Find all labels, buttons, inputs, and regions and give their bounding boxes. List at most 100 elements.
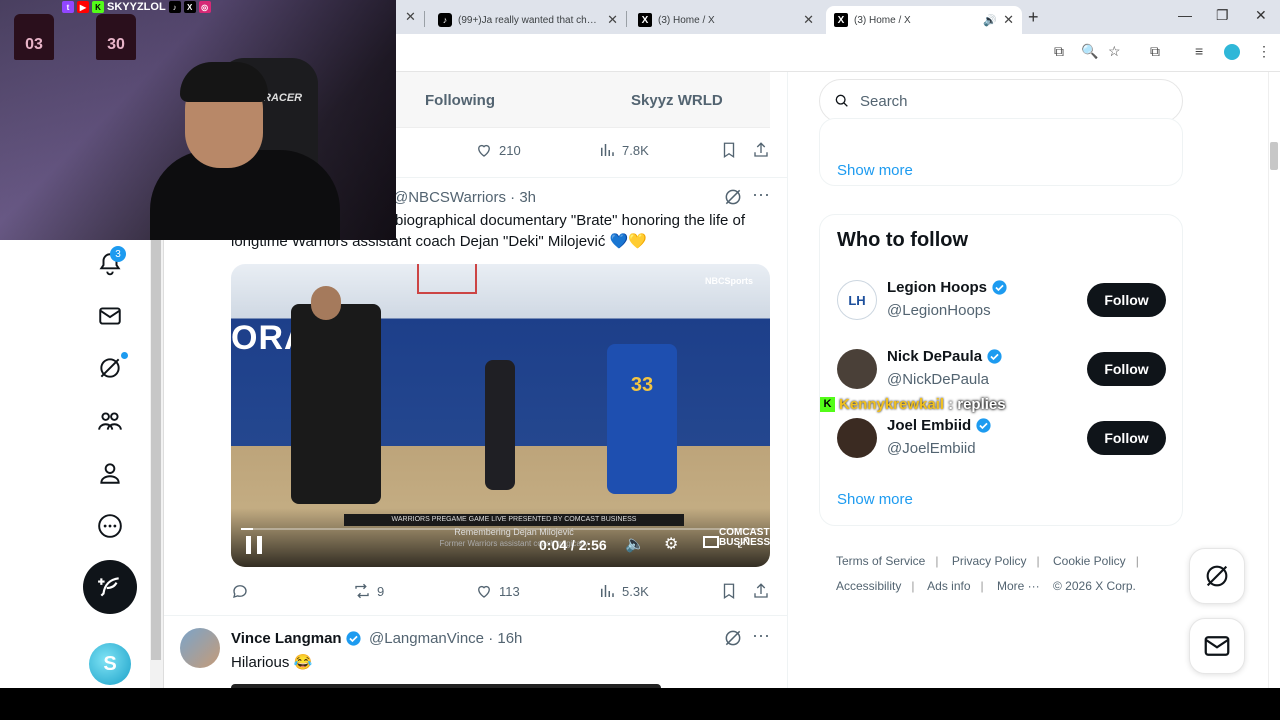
pip-icon[interactable] bbox=[703, 536, 719, 548]
grok-post-icon[interactable] bbox=[723, 187, 743, 212]
heart-icon bbox=[478, 144, 490, 157]
views-count: 5.3K bbox=[622, 583, 649, 599]
reading-list-icon[interactable]: ≡ bbox=[1195, 43, 1203, 59]
post-more-icon[interactable]: ··· bbox=[752, 184, 770, 205]
show-more-link[interactable]: Show more bbox=[837, 162, 913, 179]
suggestion-avatar[interactable] bbox=[837, 349, 877, 389]
accessibility-link[interactable]: Accessibility bbox=[836, 579, 901, 593]
share-button[interactable] bbox=[752, 582, 770, 600]
tab-x-home[interactable]: X (3) Home / X ✕ bbox=[630, 6, 822, 34]
footer-links: Terms of Service | Privacy Policy | Cookie… bbox=[836, 554, 1139, 593]
show-more-link[interactable]: Show more bbox=[837, 491, 913, 508]
restore-icon[interactable]: ❐ bbox=[1216, 7, 1229, 24]
post-divider bbox=[164, 615, 788, 616]
suggestion-item[interactable]: LH Legion Hoops @LegionHoops Follow bbox=[837, 279, 1167, 330]
bookmark-star-icon[interactable]: ☆ bbox=[1108, 43, 1121, 60]
post-more-icon[interactable]: ··· bbox=[752, 625, 770, 646]
tab-close-icon[interactable]: ✕ bbox=[607, 12, 618, 28]
volume-icon[interactable]: 🔈 bbox=[625, 534, 645, 554]
share-button[interactable] bbox=[752, 141, 770, 159]
bookmark-icon bbox=[723, 142, 735, 159]
account-avatar[interactable]: S bbox=[89, 643, 131, 685]
bookmark-button[interactable] bbox=[720, 141, 738, 159]
left-scrollbar[interactable] bbox=[151, 240, 161, 660]
pause-icon[interactable] bbox=[246, 536, 262, 554]
grok-post-icon[interactable] bbox=[723, 628, 743, 653]
tab-following[interactable]: Following bbox=[425, 92, 495, 109]
x-logo-icon: X bbox=[183, 1, 196, 13]
tab-close-icon[interactable]: ✕ bbox=[1003, 12, 1014, 28]
letterbox-bar bbox=[0, 688, 1280, 720]
tab-skyyz-wrld[interactable]: Skyyz WRLD bbox=[631, 92, 723, 109]
suggestion-item[interactable]: Nick DePaula @NickDePaula Follow bbox=[837, 348, 1167, 399]
suggestion-handle: @LegionHoops bbox=[887, 302, 991, 319]
install-app-icon[interactable]: ⧉ bbox=[1054, 43, 1064, 60]
chair-brand: RACER bbox=[263, 92, 303, 104]
suggestion-avatar[interactable]: LH bbox=[837, 280, 877, 320]
zoom-icon[interactable]: 🔍 bbox=[1081, 43, 1098, 60]
post-handle[interactable]: @LangmanVince · 16h bbox=[369, 630, 522, 647]
privacy-link[interactable]: Privacy Policy bbox=[952, 554, 1027, 568]
post-button[interactable] bbox=[83, 560, 137, 614]
feed-tabs: Following Skyyz WRLD bbox=[396, 72, 770, 128]
new-tab-button[interactable]: + bbox=[1028, 7, 1039, 28]
like-button[interactable]: 113 bbox=[475, 582, 520, 600]
messages-float-button[interactable] bbox=[1189, 618, 1245, 674]
more-link[interactable]: More ··· bbox=[997, 579, 1040, 593]
sponsor-logo: COMCAST BUSINESS bbox=[719, 527, 770, 548]
reply-button[interactable] bbox=[231, 582, 255, 600]
tiktok-icon: ♪ bbox=[438, 13, 452, 27]
views-button[interactable]: 7.8K bbox=[598, 141, 649, 159]
follow-button[interactable]: Follow bbox=[1087, 421, 1166, 455]
messages-icon[interactable] bbox=[92, 298, 128, 334]
suggestion-name[interactable]: Legion Hoops bbox=[887, 279, 1008, 296]
share-icon bbox=[754, 142, 768, 157]
share-icon bbox=[754, 583, 768, 598]
post-author-name[interactable]: Vince Langman bbox=[231, 630, 342, 647]
views-button[interactable]: 5.3K bbox=[598, 582, 649, 600]
profile-icon[interactable] bbox=[92, 455, 128, 491]
speaker-icon[interactable]: 🔊 bbox=[983, 14, 997, 27]
search-placeholder: Search bbox=[860, 92, 908, 110]
communities-icon[interactable] bbox=[92, 403, 128, 439]
tab-x-home-active[interactable]: X (3) Home / X 🔊 ✕ bbox=[826, 6, 1022, 34]
cookie-link[interactable]: Cookie Policy bbox=[1053, 554, 1126, 568]
minimize-icon[interactable]: — bbox=[1178, 7, 1192, 23]
terms-link[interactable]: Terms of Service bbox=[836, 554, 925, 568]
twitch-icon: t bbox=[62, 1, 74, 13]
suggestion-item[interactable]: Joel Embiid @JoelEmbiid Follow bbox=[837, 417, 1167, 468]
tab-close-icon[interactable]: ✕ bbox=[803, 12, 814, 28]
extensions-icon[interactable]: ⧉ bbox=[1150, 43, 1160, 60]
grok-float-button[interactable] bbox=[1189, 548, 1245, 604]
menu-kebab-icon[interactable]: ⋮ bbox=[1257, 43, 1271, 60]
video-time: 0:04 / 2:56 bbox=[539, 537, 607, 553]
wall-jersey: 30 bbox=[96, 14, 136, 60]
ads-info-link[interactable]: Ads info bbox=[927, 579, 970, 593]
copyright: © 2026 X Corp. bbox=[1053, 579, 1136, 593]
tab-close-icon[interactable]: ✕ bbox=[405, 9, 416, 25]
profile-icon[interactable] bbox=[1224, 44, 1240, 60]
close-window-icon[interactable]: ✕ bbox=[1255, 7, 1267, 24]
page-scrollbar-thumb[interactable] bbox=[1270, 142, 1278, 170]
settings-icon[interactable]: ⚙ bbox=[664, 534, 678, 554]
suggestion-name[interactable]: Joel Embiid bbox=[887, 417, 992, 434]
x-logo-icon: X bbox=[638, 13, 652, 27]
repost-count: 9 bbox=[377, 583, 385, 599]
verified-badge-icon bbox=[976, 418, 991, 433]
suggestion-name[interactable]: Nick DePaula bbox=[887, 348, 1003, 365]
bookmark-button[interactable] bbox=[720, 582, 738, 600]
like-button[interactable]: 210 bbox=[475, 141, 521, 159]
notifications-badge: 3 bbox=[110, 246, 126, 262]
follow-button[interactable]: Follow bbox=[1087, 352, 1166, 386]
tab-title: (3) Home / X bbox=[658, 14, 715, 26]
post-handle[interactable]: @NBCSWarriors · 3h bbox=[393, 189, 536, 206]
more-icon[interactable] bbox=[92, 508, 128, 544]
post-video[interactable]: ORACLE NBCSports 33 WARRIORS PREGAME GAM… bbox=[231, 264, 770, 567]
search-input[interactable]: Search bbox=[819, 79, 1183, 123]
suggestion-avatar[interactable] bbox=[837, 418, 877, 458]
post-author-avatar[interactable] bbox=[180, 628, 220, 668]
repost-button[interactable]: 9 bbox=[353, 582, 384, 600]
verified-badge-icon bbox=[992, 280, 1007, 295]
tab-tiktok[interactable]: ♪ (99+)Ja really wanted that challe ✕ bbox=[430, 6, 626, 34]
follow-button[interactable]: Follow bbox=[1087, 283, 1166, 317]
